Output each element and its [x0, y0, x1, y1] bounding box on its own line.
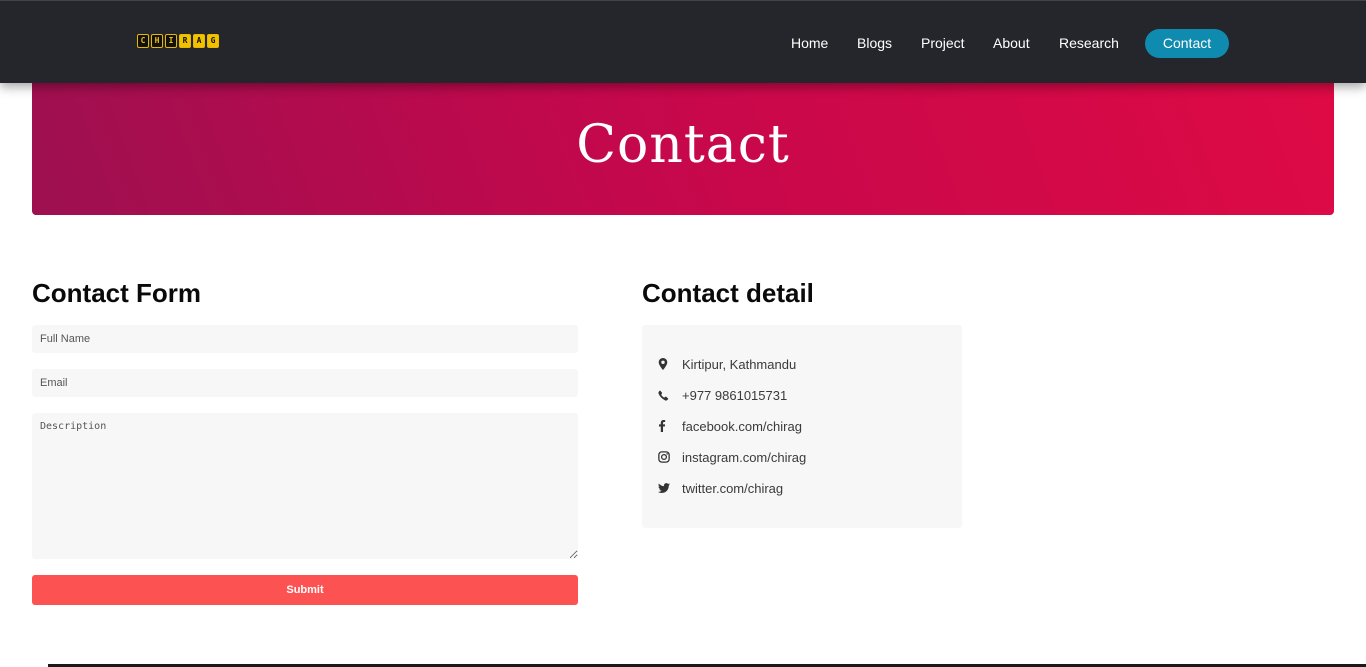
navbar: C H I R A G Home Blogs Project About Res…: [0, 0, 1366, 83]
contact-detail-card: Kirtipur, Kathmandu +977 9861015731 face…: [642, 325, 962, 528]
full-name-input[interactable]: [32, 325, 578, 353]
detail-text: +977 9861015731: [682, 387, 788, 403]
instagram-icon: [658, 451, 682, 463]
email-input[interactable]: [32, 369, 578, 397]
detail-twitter[interactable]: twitter.com/chirag: [658, 479, 783, 497]
nav-link-research[interactable]: Research: [1059, 29, 1119, 58]
page-title: Contact: [576, 115, 790, 175]
nav-link-about[interactable]: About: [993, 29, 1030, 58]
detail-text: facebook.com/chirag: [682, 418, 802, 434]
detail-address: Kirtipur, Kathmandu: [658, 355, 796, 373]
nav-link-blogs[interactable]: Blogs: [857, 29, 892, 58]
nav-link-project[interactable]: Project: [921, 29, 965, 58]
map-marker-icon: [658, 358, 682, 370]
hero-banner: Contact: [32, 83, 1334, 215]
nav-link-home[interactable]: Home: [791, 29, 828, 58]
nav-menu: Home Blogs Project About Research Contac…: [0, 29, 1366, 59]
phone-icon: [658, 390, 682, 401]
twitter-icon: [658, 483, 682, 493]
contact-form-heading: Contact Form: [32, 278, 201, 308]
description-textarea[interactable]: [32, 413, 578, 559]
nav-link-contact[interactable]: Contact: [1145, 29, 1229, 58]
detail-text: Kirtipur, Kathmandu: [682, 356, 797, 372]
detail-text: instagram.com/chirag: [682, 449, 807, 465]
facebook-icon: [658, 420, 682, 432]
detail-instagram[interactable]: instagram.com/chirag: [658, 448, 806, 466]
submit-button[interactable]: Submit: [32, 575, 578, 605]
detail-phone: +977 9861015731: [658, 386, 787, 404]
detail-facebook[interactable]: facebook.com/chirag: [658, 417, 802, 435]
detail-text: twitter.com/chirag: [682, 480, 784, 496]
contact-detail-heading: Contact detail: [642, 278, 814, 308]
